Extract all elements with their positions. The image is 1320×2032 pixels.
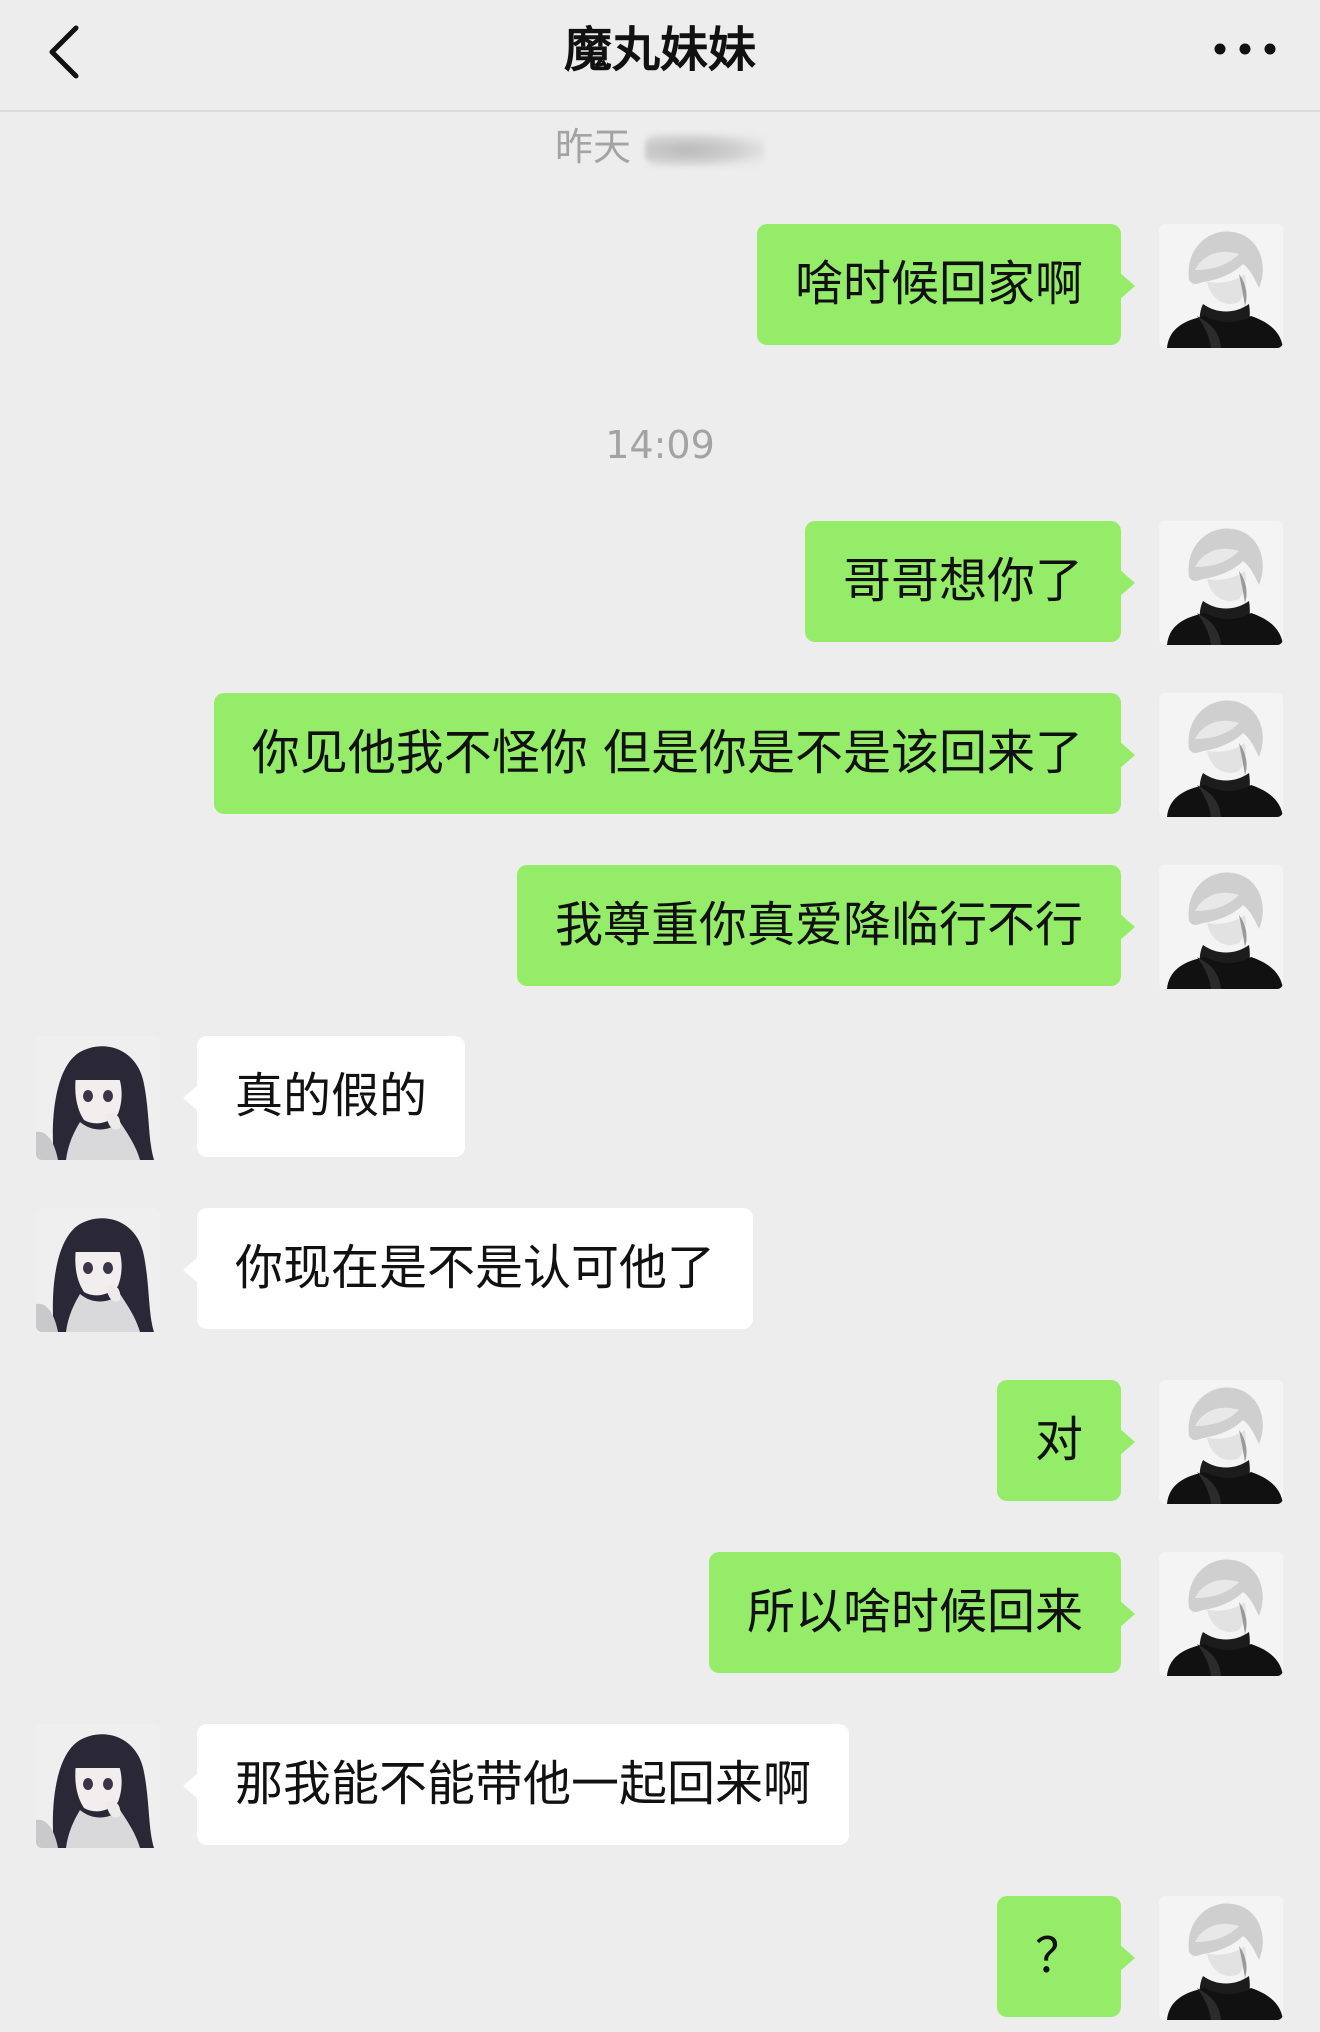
chat-title: 魔丸妹妹: [563, 22, 756, 78]
message-bubble-sent[interactable]: 啥时候回家啊: [756, 224, 1136, 345]
message-bubble-sent[interactable]: 所以啥时候回来: [708, 1552, 1136, 1673]
message-bubble-sent[interactable]: 你见他我不怪你 但是你是不是该回来了: [213, 693, 1136, 814]
blurred-time: [645, 132, 765, 167]
my-avatar[interactable]: [1159, 521, 1283, 645]
my-avatar[interactable]: [1159, 224, 1283, 348]
message-row: 那我能不能带他一起回来啊: [0, 1724, 1320, 1848]
message-bubble-sent[interactable]: 哥哥想你了: [804, 521, 1136, 642]
timestamp-label: 昨天: [554, 125, 631, 169]
message-row: 哥哥想你了: [0, 521, 1320, 645]
message-bubble-sent[interactable]: ？: [996, 1896, 1136, 2017]
message-row: 啥时候回家啊: [0, 224, 1320, 348]
message-bubble-received[interactable]: 真的假的: [182, 1036, 466, 1157]
message-row: 我尊重你真爱降临行不行: [0, 865, 1320, 989]
message-row: 你现在是不是认可他了: [0, 1208, 1320, 1332]
my-avatar[interactable]: [1159, 1552, 1283, 1676]
contact-avatar[interactable]: [36, 1724, 160, 1848]
message-bubble-received[interactable]: 你现在是不是认可他了: [182, 1208, 754, 1329]
timestamp-yesterday: 昨天: [0, 122, 1320, 172]
message-row: 所以啥时候回来: [0, 1552, 1320, 1676]
top-nav-bar: 魔丸妹妹: [0, 0, 1320, 112]
message-row: 对: [0, 1380, 1320, 1504]
my-avatar[interactable]: [1159, 1896, 1283, 2020]
my-avatar[interactable]: [1159, 693, 1283, 817]
message-row: 真的假的: [0, 1036, 1320, 1160]
message-bubble-received[interactable]: 那我能不能带他一起回来啊: [182, 1724, 850, 1845]
message-bubble-sent[interactable]: 对: [996, 1380, 1136, 1501]
my-avatar[interactable]: [1159, 865, 1283, 989]
more-button[interactable]: [1210, 26, 1280, 72]
more-dots-icon: [1214, 43, 1276, 55]
message-bubble-sent[interactable]: 我尊重你真爱降临行不行: [516, 865, 1136, 986]
message-row: 你见他我不怪你 但是你是不是该回来了: [0, 693, 1320, 817]
message-row: ？: [0, 1896, 1320, 2020]
contact-avatar[interactable]: [36, 1036, 160, 1160]
timestamp-1409: 14:09: [605, 423, 715, 467]
my-avatar[interactable]: [1159, 1380, 1283, 1504]
contact-avatar[interactable]: [36, 1208, 160, 1332]
